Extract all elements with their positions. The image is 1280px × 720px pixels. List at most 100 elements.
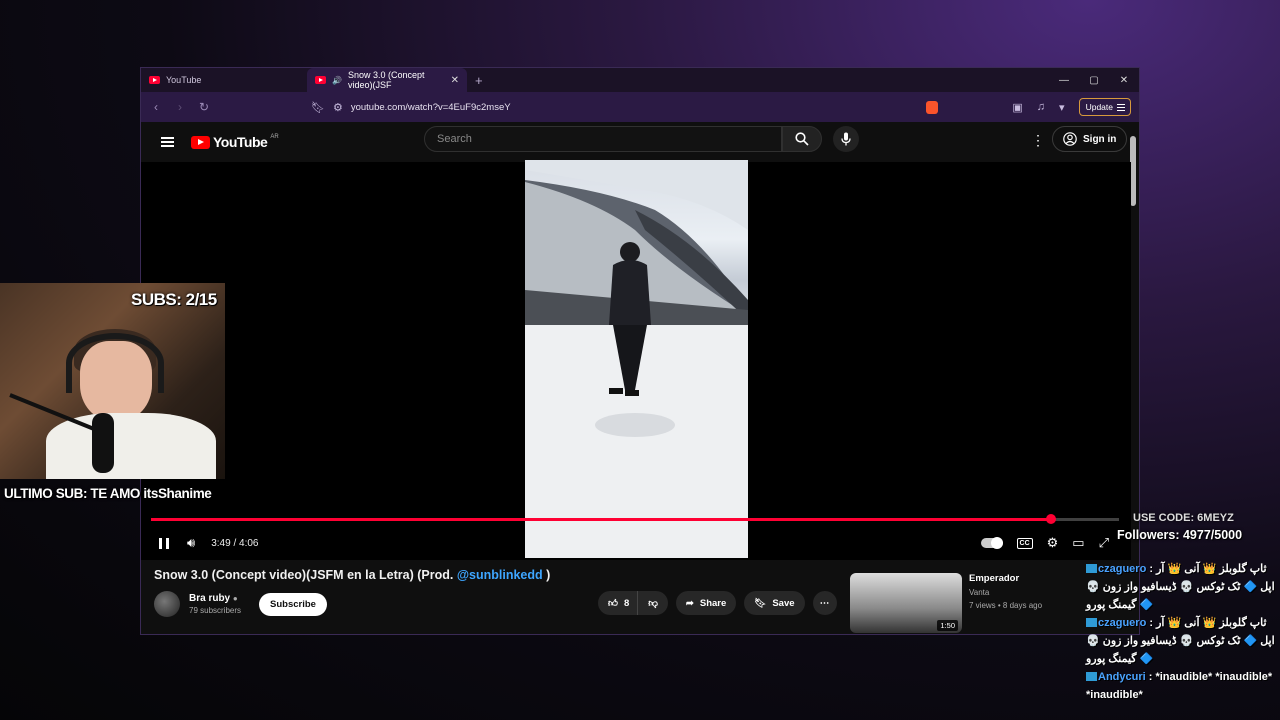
music-icon[interactable]: ♫	[1037, 101, 1045, 113]
brave-shields-icon[interactable]	[926, 100, 939, 114]
save-label: Save	[772, 597, 795, 609]
channel-name[interactable]: Bra ruby	[189, 593, 230, 604]
thumbs-down-icon: 👎︎	[648, 598, 658, 609]
update-button[interactable]: Update	[1078, 98, 1131, 116]
video-player[interactable]: 🔊︎ 3:49 / 4:06 CC ⚙︎ ▭ ⤢	[141, 160, 1131, 560]
subscribe-button[interactable]: Subscribe	[259, 592, 327, 616]
like-button[interactable]: 👍︎ 8	[598, 591, 638, 615]
youtube-header: YouTube AR Search ⋮ Sign in	[141, 122, 1131, 162]
tab-label: Snow 3.0 (Concept video)(JSF	[347, 70, 425, 90]
webcam-overlay	[0, 283, 225, 479]
snow-mountain-video-image	[525, 160, 748, 558]
region-code: AR	[270, 134, 279, 140]
reload-icon[interactable]: ↻	[197, 100, 211, 114]
chat-message: czaguero : ثاپ گلوبلز 👑 آنی 👑 آر اپل 🔷 ٹ…	[1086, 617, 1275, 665]
channel-row: Bra ruby ● 79 subscribers Subscribe	[154, 591, 327, 617]
account-icon	[1063, 132, 1077, 146]
subscriber-count: 79 subscribers	[189, 606, 242, 615]
use-code-label: USE CODE: 6MEYZ	[1133, 512, 1234, 524]
recommended-title[interactable]: Emperador	[969, 573, 1042, 584]
progress-bar[interactable]	[151, 514, 1119, 524]
maximize-icon[interactable]: ▢	[1079, 75, 1109, 86]
tab-youtube[interactable]: YouTube	[141, 68, 301, 92]
sign-in-label: Sign in	[1083, 133, 1117, 145]
sidebar-icon[interactable]: ▣	[1012, 101, 1022, 114]
site-info-icon[interactable]: ⚙︎	[333, 101, 343, 114]
chat-message: Andycuri : *inaudible* *inaudible* *inau…	[1086, 671, 1273, 701]
settings-gear-icon[interactable]: ⚙︎	[1047, 535, 1059, 551]
save-button[interactable]: 🔖︎ Save	[744, 591, 805, 615]
search-icon	[795, 132, 809, 146]
followers-goal: Followers: 4977/5000	[1117, 528, 1243, 542]
volume-icon[interactable]: 🔊︎	[187, 535, 195, 551]
hamburger-menu-icon[interactable]	[161, 137, 174, 147]
close-window-icon[interactable]: ✕	[1109, 75, 1139, 86]
voice-search-button[interactable]	[833, 126, 859, 152]
chat-username: Andycuri	[1098, 671, 1146, 683]
progress-scrubber[interactable]	[1046, 514, 1057, 524]
streamer-shirt	[46, 413, 216, 479]
last-sub-banner: ULTIMO SUB: TE AMO itsShanime	[4, 486, 212, 501]
mic-arm	[9, 393, 95, 431]
subs-goal-counter: SUBS: 2/15	[131, 290, 217, 309]
chat-message: czaguero : ثاپ گلوبلز 👑 آنی 👑 آر اپل 🔷 ٹ…	[1086, 563, 1275, 611]
share-button[interactable]: ➦ Share	[675, 591, 737, 615]
microphone-image	[92, 413, 114, 473]
pause-icon[interactable]	[159, 537, 169, 549]
share-icon: ➦	[685, 597, 694, 609]
chat-username: czaguero	[1098, 617, 1147, 629]
youtube-favicon-icon	[149, 76, 160, 84]
url-field[interactable]: youtube.com/watch?v=4EuF9c2mseY	[351, 102, 511, 113]
dislike-button[interactable]: 👎︎	[637, 591, 668, 615]
tab-snow-video[interactable]: 🔊 Snow 3.0 (Concept video)(JSF ✕	[307, 68, 467, 92]
tab-bar: YouTube 🔊 Snow 3.0 (Concept video)(JSF ✕…	[141, 68, 1139, 92]
verified-icon: ●	[232, 594, 238, 603]
fullscreen-icon[interactable]: ⤢	[1099, 535, 1109, 551]
update-label: Update	[1085, 102, 1113, 112]
autoplay-toggle[interactable]	[980, 537, 1003, 549]
channel-avatar[interactable]	[154, 591, 180, 617]
progress-fill	[151, 518, 1052, 521]
video-frame	[525, 160, 748, 558]
captions-icon[interactable]: CC	[1016, 537, 1033, 549]
chat-badge-icon	[1086, 618, 1097, 627]
back-icon[interactable]: ‹	[149, 100, 163, 114]
search-input[interactable]: Search	[424, 126, 782, 152]
microphone-icon	[841, 132, 851, 146]
more-actions-icon[interactable]: ⋯	[812, 591, 837, 615]
like-count: 8	[623, 597, 630, 609]
save-icon: 🔖︎	[754, 597, 767, 609]
video-title: Snow 3.0 (Concept video)(JSFM en la Letr…	[154, 568, 550, 582]
chat-badge-icon	[1086, 564, 1097, 573]
menu-icon	[1117, 103, 1125, 111]
tab-label: YouTube	[166, 75, 202, 85]
headset-icon	[66, 333, 164, 393]
window-controls: — ▢ ✕	[1049, 75, 1139, 86]
recommended-video[interactable]: 1:50 Emperador Vanta 7 views • 8 days ag…	[850, 573, 1042, 633]
share-label: Share	[699, 597, 727, 609]
minimize-icon[interactable]: —	[1049, 75, 1079, 86]
stream-chat: czaguero : ثاپ گلوبلز 👑 آنی 👑 آر اپل 🔷 ٹ…	[1086, 560, 1278, 704]
recommended-duration: 1:50	[937, 620, 958, 631]
chat-username: czaguero	[1098, 563, 1147, 575]
theater-mode-icon[interactable]: ▭	[1072, 535, 1084, 551]
wallet-icon[interactable]: ▾	[1059, 101, 1065, 114]
close-tab-icon[interactable]: ✕	[451, 75, 459, 86]
recommended-thumbnail[interactable]: 1:50	[850, 573, 962, 633]
new-tab-button[interactable]: +	[475, 73, 483, 88]
video-title-end: )	[542, 568, 551, 582]
video-actions: 👍︎ 8 👎︎ ➦ Share 🔖︎ Save ⋯	[598, 591, 837, 615]
youtube-logo-text: YouTube	[213, 134, 268, 150]
more-options-icon[interactable]: ⋮	[1031, 132, 1045, 149]
time-display: 3:49 / 4:06	[211, 537, 259, 549]
producer-handle-link[interactable]: @sunblinkedd	[457, 568, 543, 582]
player-controls: 🔊︎ 3:49 / 4:06 CC ⚙︎ ▭ ⤢	[141, 528, 1131, 558]
bookmark-icon[interactable]: 🔖︎	[311, 101, 325, 114]
recommended-channel[interactable]: Vanta	[969, 588, 1042, 597]
chat-badge-icon	[1086, 672, 1097, 681]
youtube-logo[interactable]: YouTube AR	[191, 134, 279, 150]
search-button[interactable]	[782, 126, 822, 152]
forward-icon[interactable]: ›	[173, 100, 187, 114]
thumbs-up-icon: 👍︎	[608, 598, 618, 609]
sign-in-button[interactable]: Sign in	[1052, 126, 1128, 152]
